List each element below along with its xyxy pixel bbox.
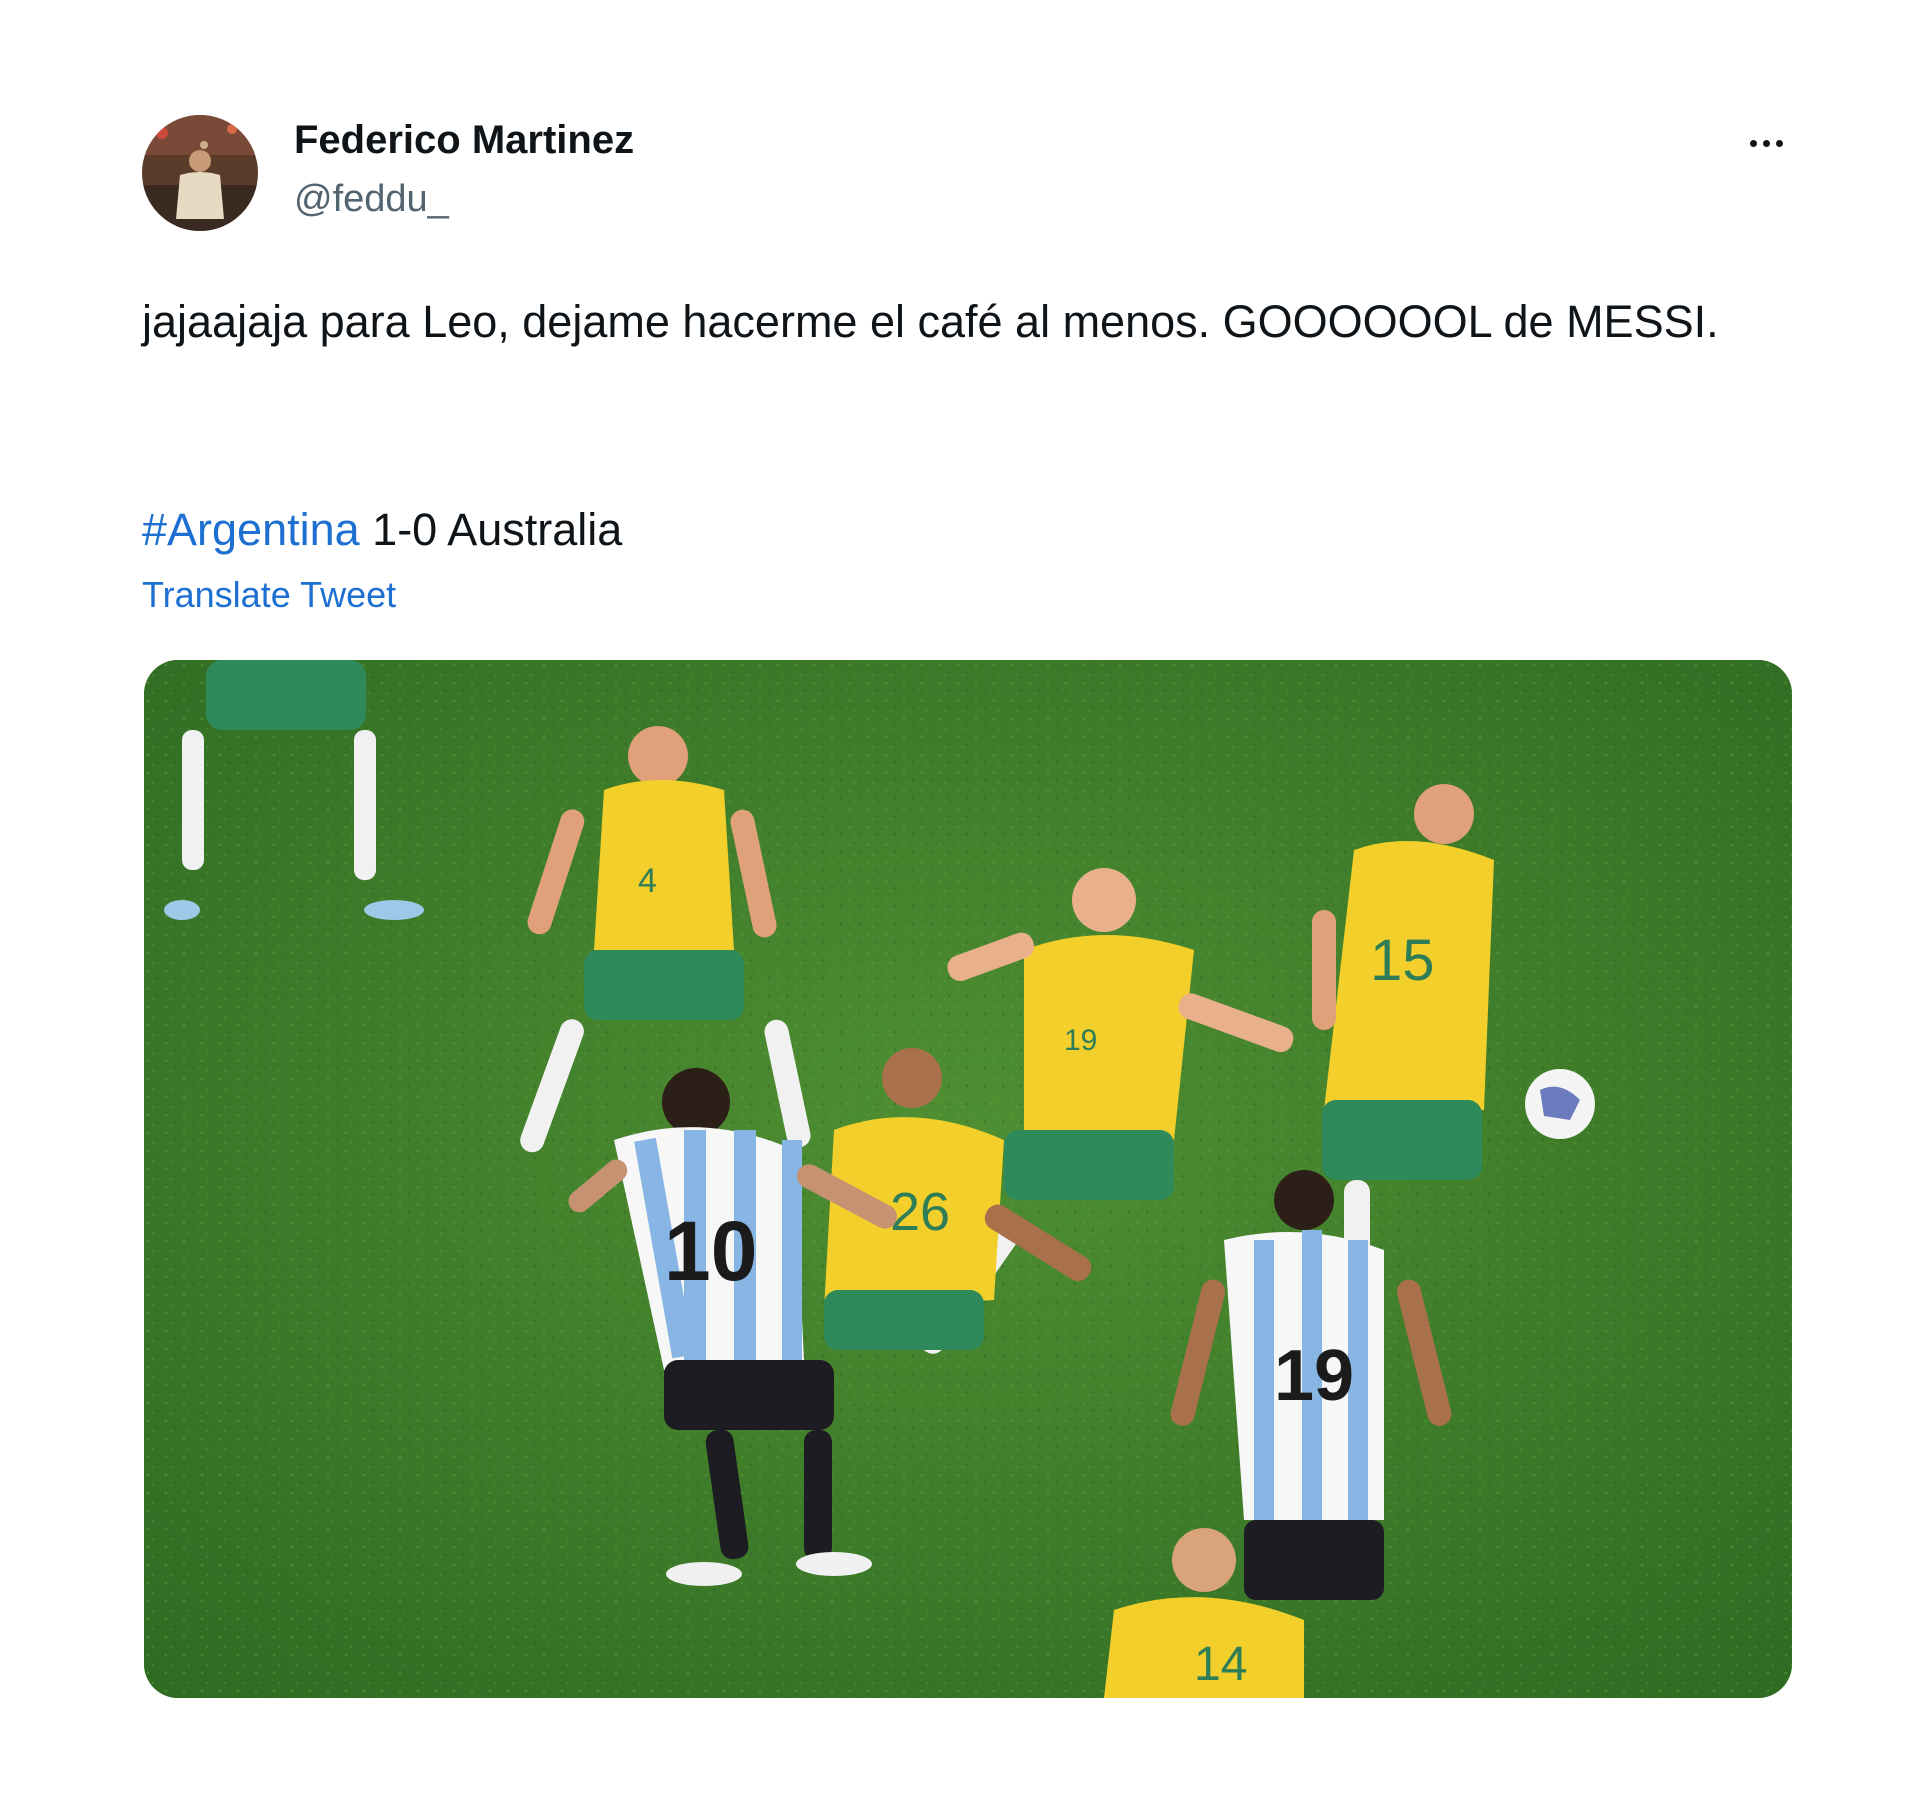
hashtag-link[interactable]: #Argentina <box>142 504 360 555</box>
football <box>1525 1069 1595 1139</box>
translate-tweet-link[interactable]: Translate Tweet <box>142 574 396 616</box>
tweet-media-photo[interactable]: 4 19 15 26 10 19 14 <box>144 660 1792 1698</box>
tweet-score-line: #Argentina 1-0 Australia <box>142 498 622 561</box>
avatar[interactable] <box>142 115 258 231</box>
tweet-card: Federico Martinez @feddu_ jajaajaja para… <box>0 0 1920 1819</box>
score-text: 1-0 Australia <box>359 504 623 555</box>
svg-text:4: 4 <box>638 862 657 900</box>
football-match-photo: 4 19 15 26 10 19 14 <box>144 660 1792 1698</box>
svg-text:26: 26 <box>890 1182 950 1242</box>
author-handle[interactable]: @feddu_ <box>294 178 449 221</box>
more-options-button[interactable] <box>1736 118 1796 168</box>
svg-text:15: 15 <box>1370 928 1435 993</box>
tweet-text: jajaajaja para Leo, dejame hacerme el ca… <box>142 296 1719 347</box>
more-icon <box>1749 139 1783 147</box>
svg-text:14: 14 <box>1194 1638 1247 1691</box>
avatar-photo <box>142 115 258 231</box>
svg-text:19: 19 <box>1274 1336 1354 1416</box>
svg-text:10: 10 <box>664 1204 757 1298</box>
svg-text:19: 19 <box>1064 1024 1097 1057</box>
author-name[interactable]: Federico Martinez <box>294 118 634 163</box>
